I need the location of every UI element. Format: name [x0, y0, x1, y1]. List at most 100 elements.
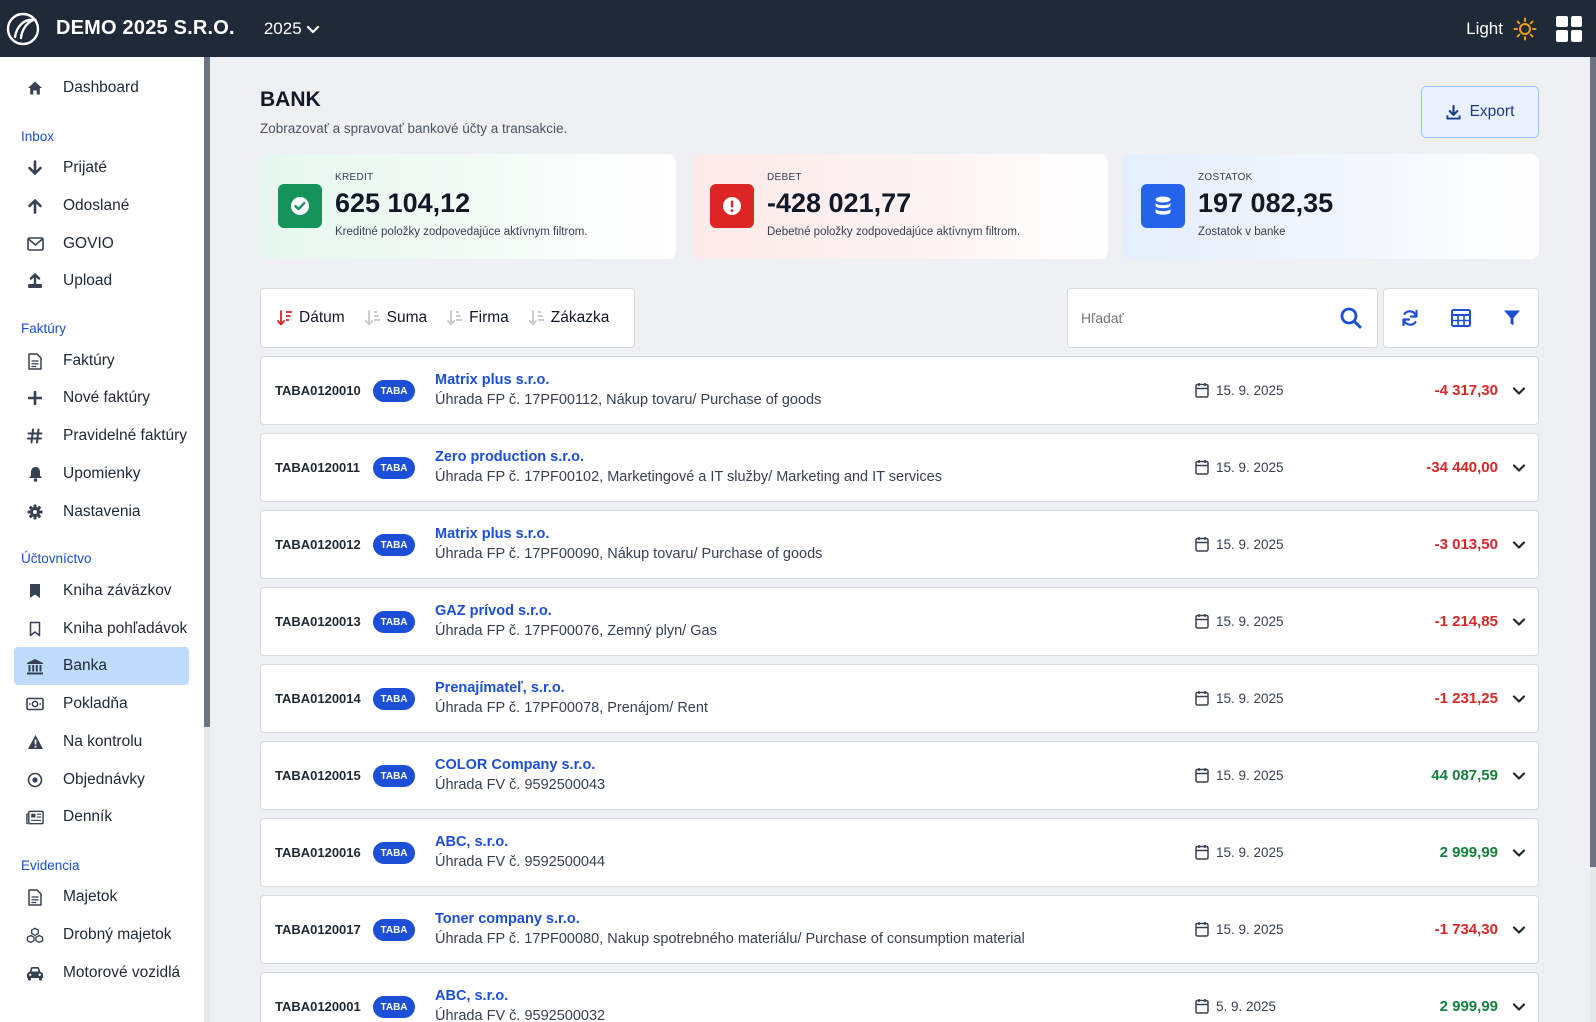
sidebar-item-odoslane[interactable]: Odoslané [14, 187, 189, 225]
transaction-row[interactable]: TABA0120012 TABA Matrix plus s.r.o. Úhrada … [260, 510, 1539, 579]
chevron-down-icon[interactable] [1512, 923, 1526, 937]
sort-by-amount[interactable]: Suma [364, 309, 427, 327]
sidebar-item-nove-faktury[interactable]: Nové faktúry [14, 379, 189, 417]
chevron-down-icon[interactable] [1512, 846, 1526, 860]
transaction-firm[interactable]: Toner company s.r.o. [435, 911, 580, 927]
sort-by-date[interactable]: Dátum [277, 309, 345, 327]
transaction-amount: -4 317,30 [1434, 382, 1498, 399]
sidebar-item-kniha-pohladavok[interactable]: Kniha pohľadávok [14, 610, 189, 648]
transaction-amount: -34 440,00 [1426, 459, 1498, 476]
theme-label[interactable]: Light [1466, 19, 1503, 39]
document-icon [26, 352, 44, 370]
chevron-down-icon[interactable] [1512, 1000, 1526, 1014]
sidebar-item-upload[interactable]: Upload [14, 262, 189, 300]
transaction-firm[interactable]: Prenajímateľ, s.r.o. [435, 680, 565, 696]
arrow-down-icon [26, 159, 44, 177]
balance-value: 197 082,35 [1198, 188, 1334, 218]
transaction-amount: -1 231,25 [1434, 690, 1498, 707]
transaction-date: 15. 9. 2025 [1216, 614, 1284, 629]
transaction-id: TABA0120014 [275, 691, 361, 706]
transaction-row[interactable]: TABA0120001 TABA ABC, s.r.o. Úhrada FV č. 9… [260, 972, 1539, 1022]
chevron-down-icon[interactable] [1512, 615, 1526, 629]
transaction-firm[interactable]: ABC, s.r.o. [435, 988, 508, 1004]
sidebar-item-label: Pravidelné faktúry [63, 427, 188, 444]
sidebar-scrollbar-thumb[interactable] [204, 57, 210, 727]
credit-value: 625 104,12 [335, 188, 471, 218]
calendar-icon [1195, 690, 1209, 706]
transaction-row[interactable]: TABA0120016 TABA ABC, s.r.o. Úhrada FV č. 9… [260, 818, 1539, 887]
transaction-firm[interactable]: ABC, s.r.o. [435, 834, 508, 850]
chevron-down-icon[interactable] [1512, 769, 1526, 783]
sidebar-item-upomienky[interactable]: Upomienky [14, 455, 189, 493]
sidebar-item-na-kontrolu[interactable]: Na kontrolu [14, 723, 189, 761]
sort-by-order[interactable]: Zákazka [528, 309, 610, 327]
search-icon[interactable] [1339, 306, 1363, 330]
sidebar-item-label: Kniha pohľadávok [63, 620, 188, 637]
sidebar-item-pravidelne-faktury[interactable]: Pravidelné faktúry [14, 417, 189, 455]
sort-firm-label: Firma [469, 309, 509, 326]
chevron-down-icon[interactable] [1512, 461, 1526, 475]
transaction-date: 5. 9. 2025 [1216, 999, 1277, 1014]
transaction-row[interactable]: TABA0120010 TABA Matrix plus s.r.o. Úhrada … [260, 356, 1539, 425]
sidebar-section-uctovnictvo: Účtovníctvo [21, 551, 92, 566]
transaction-firm[interactable]: Matrix plus s.r.o. [435, 526, 549, 542]
chevron-down-icon[interactable] [1512, 692, 1526, 706]
transaction-firm[interactable]: GAZ prívod s.r.o. [435, 603, 552, 619]
transaction-row[interactable]: TABA0120017 TABA Toner company s.r.o. Úhrad… [260, 895, 1539, 964]
chevron-down-icon[interactable] [1512, 538, 1526, 552]
sidebar-item-objednavky[interactable]: Objednávky [14, 761, 189, 799]
sidebar-item-govio[interactable]: GOVIO [14, 225, 189, 263]
plus-icon [26, 389, 44, 407]
sidebar-item-label: Upomienky [63, 465, 141, 482]
sidebar-item-prijate[interactable]: Prijaté [14, 149, 189, 187]
credit-desc: Kreditné položky zodpovedajúce aktívnym … [335, 226, 588, 238]
transaction-firm[interactable]: Matrix plus s.r.o. [435, 372, 549, 388]
transaction-id: TABA0120013 [275, 614, 361, 629]
calendar-icon [1195, 613, 1209, 629]
sort-by-firm[interactable]: Firma [447, 309, 509, 327]
sidebar-item-motorove-vozidla[interactable]: Motorové vozidlá [14, 954, 189, 992]
transaction-row[interactable]: TABA0120013 TABA GAZ prívod s.r.o. Úhrada F… [260, 587, 1539, 656]
transaction-row[interactable]: TABA0120015 TABA COLOR Company s.r.o. Úhrad… [260, 741, 1539, 810]
transaction-amount: -1 214,85 [1434, 613, 1498, 630]
transaction-id: TABA0120017 [275, 922, 361, 937]
sun-icon[interactable] [1513, 17, 1537, 41]
apps-grid-icon[interactable] [1556, 15, 1582, 42]
transaction-description: Úhrada FP č. 17PF00102, Marketingové a I… [435, 469, 942, 485]
bank-badge: TABA [373, 380, 415, 402]
search-box [1067, 288, 1378, 348]
sidebar-item-pokladna[interactable]: Pokladňa [14, 685, 189, 723]
transaction-row[interactable]: TABA0120014 TABA Prenajímateľ, s.r.o. Úhrad… [260, 664, 1539, 733]
transaction-description: Úhrada FP č. 17PF00080, Nakup spotrebnéh… [435, 931, 1025, 947]
chevron-down-icon[interactable] [1512, 384, 1526, 398]
export-button[interactable]: Export [1421, 86, 1539, 138]
sidebar-item-majetok[interactable]: Majetok [14, 878, 189, 916]
chevron-down-icon [306, 25, 319, 33]
transaction-firm[interactable]: COLOR Company s.r.o. [435, 757, 595, 773]
sidebar-item-nastavenia[interactable]: Nastavenia [14, 493, 189, 531]
transaction-row[interactable]: TABA0120011 TABA Zero production s.r.o. Úhr… [260, 433, 1539, 502]
sort-order-label: Zákazka [550, 309, 610, 326]
sidebar-item-drobny-majetok[interactable]: Drobný majetok [14, 916, 189, 954]
upload-icon [26, 272, 44, 290]
year-value: 2025 [263, 18, 302, 38]
search-input[interactable] [1081, 310, 1311, 326]
transaction-firm[interactable]: Zero production s.r.o. [435, 449, 584, 465]
app-logo-icon[interactable] [5, 11, 41, 47]
refresh-button[interactable] [1384, 289, 1435, 347]
sidebar-item-kniha-zavazkov[interactable]: Kniha záväzkov [14, 572, 189, 610]
year-selector[interactable]: 2025 [264, 19, 320, 39]
main-scrollbar-thumb[interactable] [1590, 57, 1596, 867]
sidebar-item-faktury[interactable]: Faktúry [14, 342, 189, 380]
table-view-button[interactable] [1435, 289, 1486, 347]
company-name[interactable]: DEMO 2025 S.R.O. [56, 17, 235, 40]
sidebar-item-dashboard[interactable]: Dashboard [14, 69, 189, 107]
sidebar-section-evidencia: Evidencia [21, 858, 80, 873]
filter-button[interactable] [1487, 289, 1538, 347]
top-bar: DEMO 2025 S.R.O. 2025 Light [0, 0, 1596, 57]
sidebar-item-banka[interactable]: Banka [14, 647, 189, 685]
sidebar-section-inbox: Inbox [21, 129, 55, 144]
transaction-id: TABA0120012 [275, 537, 361, 552]
sidebar-item-dennik[interactable]: Denník [14, 798, 189, 836]
arrow-up-icon [26, 197, 44, 215]
